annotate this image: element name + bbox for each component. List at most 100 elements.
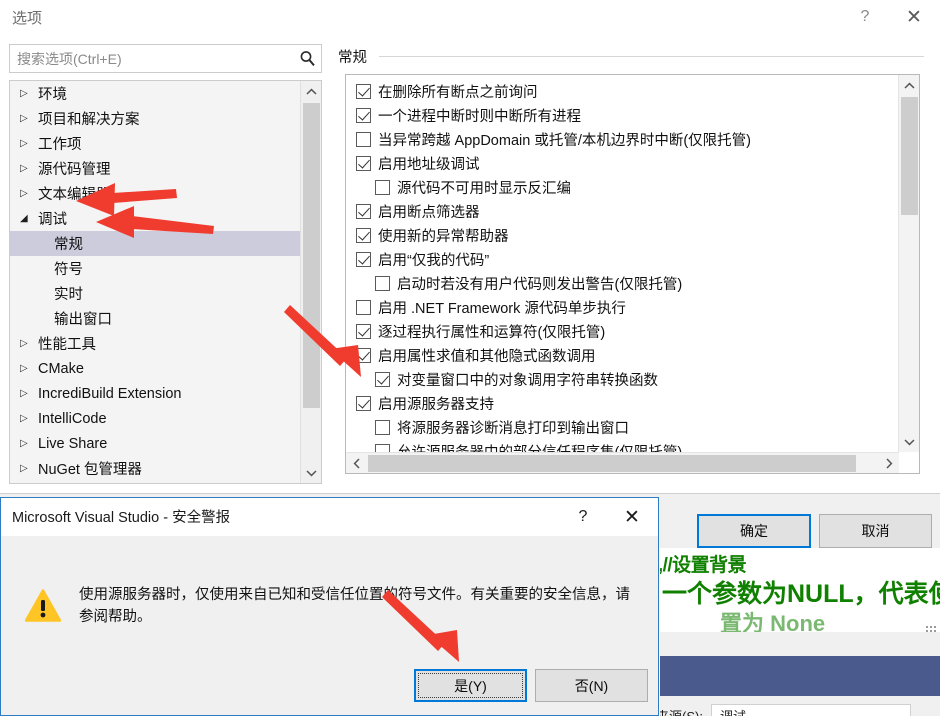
tree-item-10[interactable]: ▷ 性能工具 — [10, 331, 300, 356]
scroll-right-icon[interactable] — [878, 453, 899, 473]
close-icon[interactable]: ✕ — [606, 498, 658, 536]
checkbox-checked-icon[interactable] — [356, 107, 371, 123]
search-icon[interactable] — [293, 50, 321, 67]
setting-checkbox-row-14[interactable]: 将源服务器诊断消息打印到输出窗口 — [346, 415, 891, 439]
yes-button-focus-ring: 是(Y) — [418, 673, 523, 698]
checkbox-checked-icon[interactable] — [375, 371, 390, 387]
yes-button[interactable]: 是(Y) — [414, 669, 527, 702]
checkbox-checked-icon[interactable] — [356, 155, 371, 171]
options-titlebar: 选项 ? ✕ — [0, 0, 940, 34]
tree-item-5[interactable]: ◢ 调试 — [10, 206, 300, 231]
chevron-right-icon[interactable]: ▷ — [20, 163, 38, 174]
background-editor: ),//设置背景 一个参数为NULL，代表使 置为 None 来源(S): 调试 — [660, 548, 940, 716]
settings-hscroll-thumb[interactable] — [368, 455, 856, 472]
tree-item-1[interactable]: ▷ 项目和解决方案 — [10, 106, 300, 131]
chevron-right-icon[interactable]: ▷ — [20, 188, 38, 199]
tree-item-3[interactable]: ▷ 源代码管理 — [10, 156, 300, 181]
setting-checkbox-row-0[interactable]: 在删除所有断点之前询问 — [346, 79, 891, 103]
setting-label: 当异常跨越 AppDomain 或托管/本机边界时中断(仅限托管) — [378, 132, 752, 149]
options-window-buttons: ? ✕ — [842, 0, 940, 34]
settings-scrollbar-thumb[interactable] — [901, 97, 918, 215]
checkbox-checked-icon[interactable] — [356, 395, 371, 411]
code-line-2: 一个参数为NULL，代表使 — [662, 580, 940, 608]
warning-triangle-icon — [24, 589, 62, 623]
code-line-1: ),//设置背景 — [660, 555, 747, 576]
checkbox-unchecked-icon[interactable] — [375, 179, 390, 195]
scroll-up-icon[interactable] — [301, 81, 321, 102]
checkbox-checked-icon[interactable] — [356, 227, 371, 243]
setting-checkbox-row-11[interactable]: 启用属性求值和其他隐式函数调用 — [346, 343, 891, 367]
checkbox-unchecked-icon[interactable] — [375, 275, 390, 291]
chevron-right-icon[interactable]: ▷ — [20, 113, 38, 124]
help-icon[interactable]: ? — [842, 0, 888, 34]
settings-vertical-scrollbar[interactable] — [898, 75, 919, 452]
setting-checkbox-row-12[interactable]: 对变量窗口中的对象调用字符串转换函数 — [346, 367, 891, 391]
ok-button[interactable]: 确定 — [697, 514, 811, 548]
chevron-right-icon[interactable]: ▷ — [20, 138, 38, 149]
setting-checkbox-row-4[interactable]: 源代码不可用时显示反汇编 — [346, 175, 891, 199]
scroll-left-icon[interactable] — [346, 453, 367, 473]
chevron-right-icon[interactable]: ▷ — [20, 363, 38, 374]
setting-checkbox-row-3[interactable]: 启用地址级调试 — [346, 151, 891, 175]
checkbox-checked-icon[interactable] — [356, 83, 371, 99]
scroll-down-icon[interactable] — [301, 462, 321, 483]
setting-checkbox-row-10[interactable]: 逐过程执行属性和运算符(仅限托管) — [346, 319, 891, 343]
no-button-label: 否(N) — [574, 677, 609, 694]
setting-checkbox-row-9[interactable]: 启用 .NET Framework 源代码单步执行 — [346, 295, 891, 319]
tree-item-9[interactable]: ▷输出窗口 — [10, 306, 300, 331]
no-button[interactable]: 否(N) — [535, 669, 648, 702]
chevron-down-icon[interactable]: ◢ — [20, 213, 38, 224]
tree-item-13[interactable]: ▷ IntelliCode — [10, 406, 300, 431]
setting-checkbox-row-2[interactable]: 当异常跨越 AppDomain 或托管/本机边界时中断(仅限托管) — [346, 127, 891, 151]
chevron-right-icon[interactable]: ▷ — [20, 413, 38, 424]
setting-checkbox-row-1[interactable]: 一个进程中断时则中断所有进程 — [346, 103, 891, 127]
settings-horizontal-scrollbar[interactable] — [346, 452, 899, 473]
setting-checkbox-row-13[interactable]: 启用源服务器支持 — [346, 391, 891, 415]
tree-item-0[interactable]: ▷ 环境 — [10, 81, 300, 106]
dialog-message: 使用源服务器时，仅使用来自已知和受信任位置的符号文件。有关重要的安全信息，请参阅… — [79, 587, 630, 625]
tree-item-label: IncrediBuild Extension — [38, 385, 182, 402]
setting-checkbox-row-5[interactable]: 启用断点筛选器 — [346, 199, 891, 223]
tree-item-label: CMake — [38, 360, 84, 377]
tree-item-11[interactable]: ▷ CMake — [10, 356, 300, 381]
tree-item-14[interactable]: ▷ Live Share — [10, 431, 300, 456]
setting-checkbox-row-7[interactable]: 启用“仅我的代码” — [346, 247, 891, 271]
close-icon[interactable]: ✕ — [888, 0, 940, 34]
tree-item-4[interactable]: ▷ 文本编辑器 — [10, 181, 300, 206]
checkbox-checked-icon[interactable] — [356, 347, 371, 363]
options-tree[interactable]: ▷环境▷项目和解决方案▷工作项▷源代码管理▷文本编辑器◢调试▷常规▷符号▷实时▷… — [9, 80, 322, 484]
help-icon[interactable]: ? — [560, 498, 606, 536]
tree-item-16[interactable]: ▷Web Forms 设计器 — [10, 481, 300, 483]
setting-checkbox-row-8[interactable]: 启动时若没有用户代码则发出警告(仅限托管) — [346, 271, 891, 295]
checkbox-checked-icon[interactable] — [356, 203, 371, 219]
scroll-up-icon[interactable] — [899, 75, 919, 96]
chevron-right-icon[interactable]: ▷ — [20, 388, 38, 399]
scroll-down-icon[interactable] — [899, 431, 919, 452]
checkbox-checked-icon[interactable] — [356, 323, 371, 339]
checkbox-unchecked-icon[interactable] — [356, 131, 371, 147]
tree-scrollbar-thumb[interactable] — [303, 103, 320, 408]
settings-list-panel[interactable]: 在删除所有断点之前询问 一个进程中断时则中断所有进程当异常跨越 AppDomain… — [345, 74, 920, 474]
tree-item-8[interactable]: ▷实时 — [10, 281, 300, 306]
tree-item-15[interactable]: ▷ NuGet 包管理器 — [10, 456, 300, 481]
checkbox-checked-icon[interactable] — [356, 251, 371, 267]
setting-checkbox-row-6[interactable]: 使用新的异常帮助器 — [346, 223, 891, 247]
tree-item-2[interactable]: ▷ 工作项 — [10, 131, 300, 156]
setting-label: 使用新的异常帮助器 — [378, 228, 509, 245]
chevron-right-icon[interactable]: ▷ — [20, 88, 38, 99]
tree-item-6[interactable]: ▷常规 — [10, 231, 300, 256]
cancel-button[interactable]: 取消 — [819, 514, 932, 548]
tree-scrollbar[interactable] — [300, 81, 321, 483]
chevron-right-icon[interactable]: ▷ — [20, 463, 38, 474]
checkbox-unchecked-icon[interactable] — [356, 299, 371, 315]
search-input[interactable]: 搜索选项(Ctrl+E) — [10, 49, 293, 69]
search-box[interactable]: 搜索选项(Ctrl+E) — [9, 44, 322, 73]
tree-item-7[interactable]: ▷符号 — [10, 256, 300, 281]
checkbox-unchecked-icon[interactable] — [375, 419, 390, 435]
options-window: 选项 ? ✕ 搜索选项(Ctrl+E) ▷ 环境 ▷ 项目和解决方案 ▷ 工作项 ▷ 源代码管… — [0, 0, 940, 494]
chevron-right-icon[interactable]: ▷ — [20, 438, 38, 449]
chevron-right-icon[interactable]: ▷ — [20, 338, 38, 349]
source-input[interactable]: 调试 — [710, 704, 911, 716]
tree-item-label: 性能工具 — [38, 337, 96, 353]
tree-item-12[interactable]: ▷ IncrediBuild Extension — [10, 381, 300, 406]
